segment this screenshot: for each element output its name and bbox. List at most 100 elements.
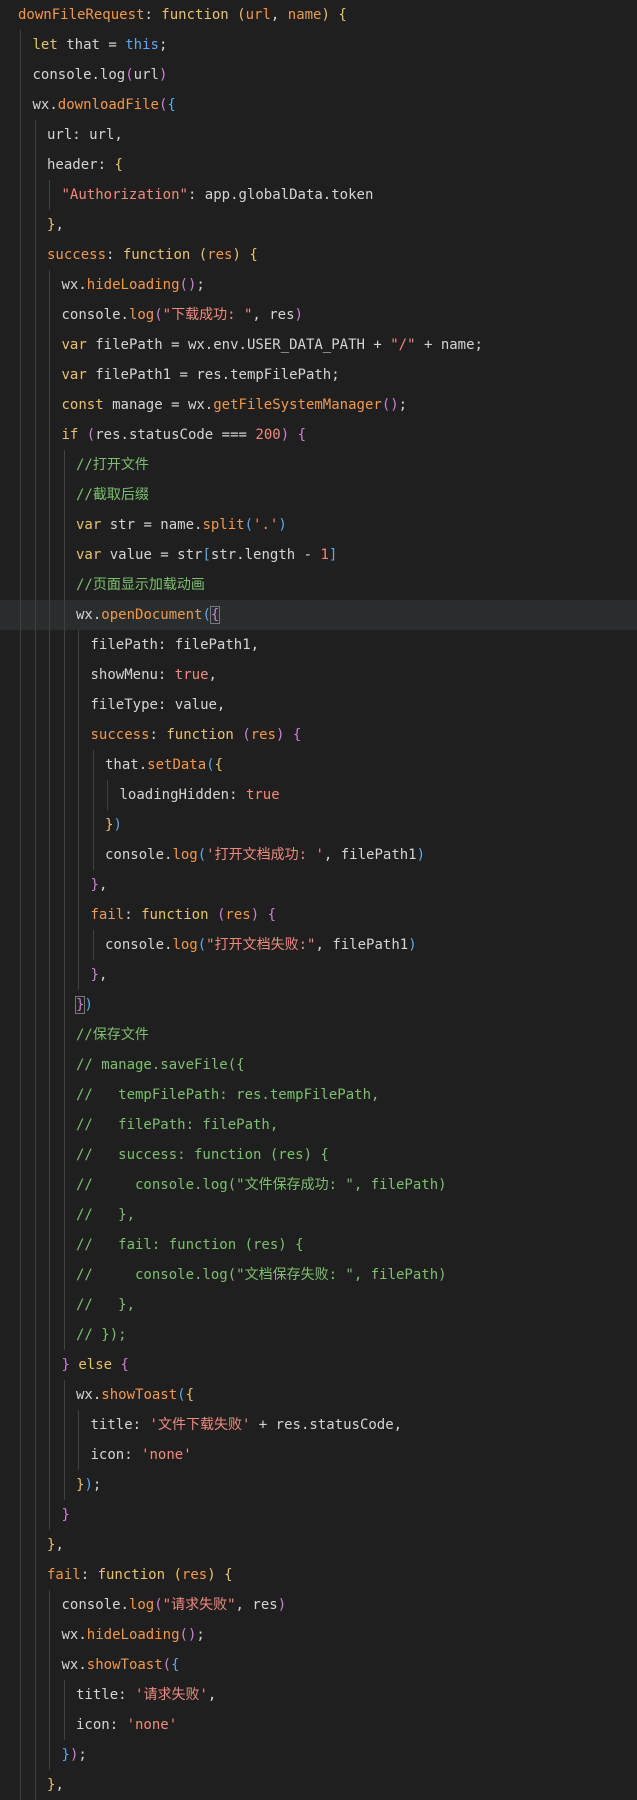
keyword: var	[76, 547, 102, 563]
indent-guide	[20, 300, 21, 330]
indent-guide	[49, 390, 50, 420]
code-content: //保存文件	[76, 1020, 149, 1050]
code-line[interactable]: //截取后缀	[0, 480, 637, 510]
code-line[interactable]: var str = name.split('.')	[0, 510, 637, 540]
indent-guide	[63, 900, 65, 930]
code-line[interactable]: wx.showToast({	[0, 1380, 637, 1410]
code-line[interactable]: title: '文件下载失败' + res.statusCode,	[0, 1410, 637, 1440]
code-line[interactable]: that.setData({	[0, 750, 637, 780]
code-line[interactable]: icon: 'none'	[0, 1710, 637, 1740]
code-line[interactable]: },	[0, 870, 637, 900]
code-line[interactable]: header: {	[0, 150, 637, 180]
code-line[interactable]: const manage = wx.getFileSystemManager()…	[0, 390, 637, 420]
code-line[interactable]: }	[0, 1500, 637, 1530]
code-line[interactable]: // },	[0, 1200, 637, 1230]
code-line[interactable]: filePath: filePath1,	[0, 630, 637, 660]
indent-guide	[34, 1050, 36, 1080]
code-line[interactable]: // fail: function (res) {	[0, 1230, 637, 1260]
indent-guide	[63, 1680, 65, 1710]
code-content: const manage = wx.getFileSystemManager()…	[62, 390, 408, 420]
indent-guide	[20, 1110, 21, 1140]
code-content: // console.log("文档保存失败: ", filePath)	[76, 1260, 447, 1290]
code-line[interactable]: // filePath: filePath,	[0, 1110, 637, 1140]
code-line[interactable]: console.log("请求失败", res)	[0, 1590, 637, 1620]
bracket: ()	[179, 277, 197, 293]
code-line[interactable]: } else {	[0, 1350, 637, 1380]
code-line[interactable]: wx.hideLoading();	[0, 1620, 637, 1650]
code-line[interactable]: // tempFilePath: res.tempFilePath,	[0, 1080, 637, 1110]
code-editor[interactable]: downFileRequest: function (url, name) {l…	[0, 0, 637, 1800]
bracket: }	[61, 1507, 70, 1523]
indent-guide	[20, 930, 21, 960]
code-line[interactable]: wx.downloadFile({	[0, 90, 637, 120]
function-name: downloadFile	[57, 97, 159, 113]
code-line[interactable]: fail: function (res) {	[0, 900, 637, 930]
comment: // fail: function (res) {	[76, 1237, 304, 1253]
code-line[interactable]: // success: function (res) {	[0, 1140, 637, 1170]
code-line[interactable]: url: url,	[0, 120, 637, 150]
indent-guide	[49, 1350, 50, 1380]
code-line[interactable]: // },	[0, 1290, 637, 1320]
bracket: )	[278, 517, 287, 533]
code-line[interactable]: })	[0, 810, 637, 840]
indent-guide	[49, 330, 50, 360]
code-line[interactable]: let that = this;	[0, 30, 637, 60]
indent-guide	[20, 210, 21, 240]
code-line[interactable]: title: '请求失败',	[0, 1680, 637, 1710]
code-content: showMenu: true,	[91, 660, 217, 690]
function-name: fail	[47, 1567, 81, 1583]
code-line[interactable]: console.log("下载成功: ", res)	[0, 300, 637, 330]
comment: // console.log("文件保存成功: ", filePath)	[76, 1177, 447, 1193]
code-line[interactable]: //页面显示加载动画	[0, 570, 637, 600]
code-line[interactable]: },	[0, 960, 637, 990]
code-line[interactable]: fail: function (res) {	[0, 1560, 637, 1590]
indent-guide	[34, 1020, 36, 1050]
code-line[interactable]: wx.hideLoading();	[0, 270, 637, 300]
code-line[interactable]: },	[0, 1530, 637, 1560]
code-line[interactable]: },	[0, 1770, 637, 1800]
indent-guide	[63, 930, 65, 960]
current-code-line[interactable]: wx.openDocument({	[0, 600, 637, 630]
code-line[interactable]: },	[0, 210, 637, 240]
code-line[interactable]: wx.showToast({	[0, 1650, 637, 1680]
code-line[interactable]: downFileRequest: function (url, name) {	[0, 0, 637, 30]
indent-guide	[63, 870, 65, 900]
bracket: {	[338, 7, 347, 23]
code-content: fileType: value,	[91, 690, 226, 720]
code-line[interactable]: });	[0, 1470, 637, 1500]
code-line[interactable]: success: function (res) {	[0, 240, 637, 270]
indent-guide	[78, 960, 79, 990]
indent-guide	[34, 1710, 36, 1740]
code-line[interactable]: console.log("打开文档失败:", filePath1)	[0, 930, 637, 960]
code-line[interactable]: "Authorization": app.globalData.token	[0, 180, 637, 210]
code-line[interactable]: icon: 'none'	[0, 1440, 637, 1470]
code-line[interactable]: // console.log("文档保存失败: ", filePath)	[0, 1260, 637, 1290]
code-content: fail: function (res) {	[47, 1560, 233, 1590]
code-text: + res.statusCode,	[250, 1417, 403, 1433]
code-line[interactable]: //打开文件	[0, 450, 637, 480]
code-text: :	[124, 907, 142, 923]
indent-guide	[49, 270, 50, 300]
code-line[interactable]: // });	[0, 1320, 637, 1350]
code-line[interactable]: var value = str[str.length - 1]	[0, 540, 637, 570]
code-line[interactable]: });	[0, 1740, 637, 1770]
code-line[interactable]: // console.log("文件保存成功: ", filePath)	[0, 1170, 637, 1200]
code-line[interactable]: //保存文件	[0, 1020, 637, 1050]
code-line[interactable]: console.log(url)	[0, 60, 637, 90]
indent-guide	[34, 600, 36, 630]
code-text: wx.	[61, 1627, 87, 1643]
code-line[interactable]: if (res.statusCode === 200) {	[0, 420, 637, 450]
code-line[interactable]: })	[0, 990, 637, 1020]
code-line[interactable]: console.log('打开文档成功: ', filePath1)	[0, 840, 637, 870]
keyword: function	[161, 7, 229, 23]
code-line[interactable]: var filePath = wx.env.USER_DATA_PATH + "…	[0, 330, 637, 360]
indent-guide	[49, 750, 50, 780]
code-line[interactable]: fileType: value,	[0, 690, 637, 720]
bracket: ()	[179, 1627, 197, 1643]
code-line[interactable]: loadingHidden: true	[0, 780, 637, 810]
code-line[interactable]: var filePath1 = res.tempFilePath;	[0, 360, 637, 390]
code-line[interactable]: showMenu: true,	[0, 660, 637, 690]
code-line[interactable]: // manage.saveFile({	[0, 1050, 637, 1080]
code-line[interactable]: success: function (res) {	[0, 720, 637, 750]
